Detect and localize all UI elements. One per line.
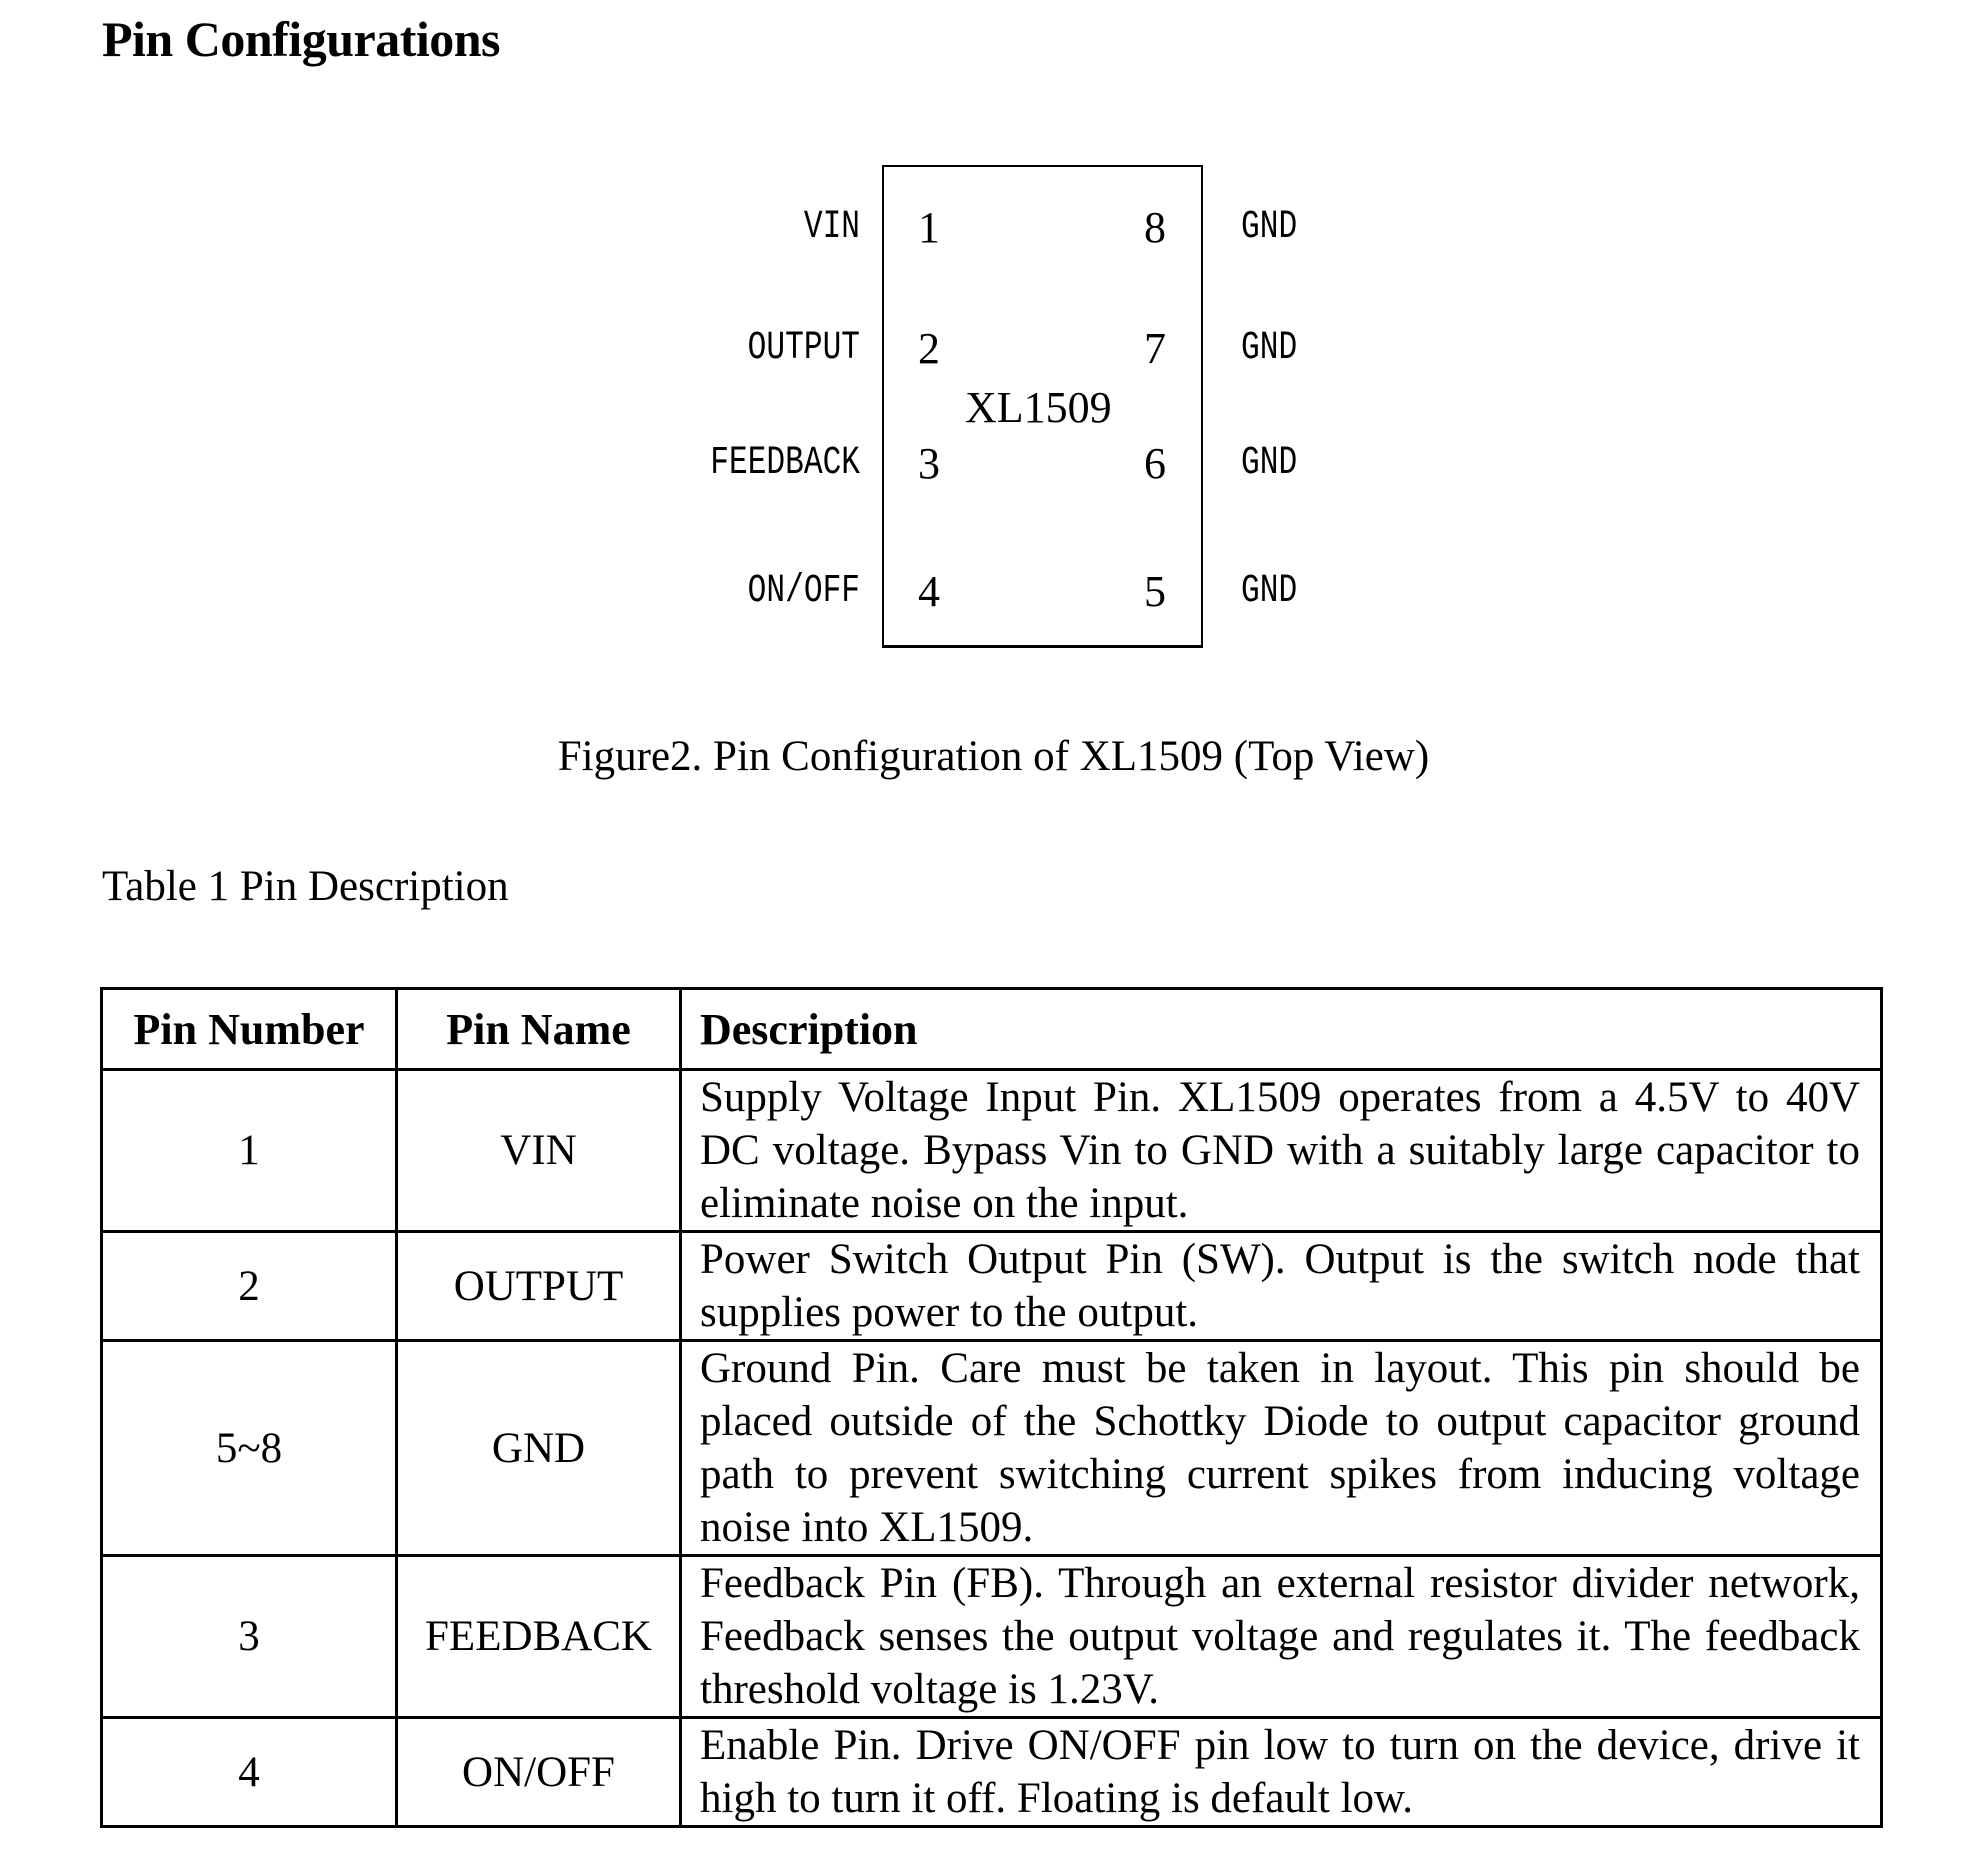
description-cell: Ground Pin. Care must be taken in layout… [679, 1339, 1883, 1557]
pin-number: 2 [918, 324, 940, 373]
pin-label-right: GND [1241, 326, 1298, 371]
pin-number: 5 [1144, 567, 1166, 616]
column-header-pin-name: Pin Name [395, 987, 682, 1071]
table-header-row: Pin Number Pin Name Description [100, 987, 1883, 1071]
pin-label-left: VIN [803, 205, 860, 250]
pin-label-left: FEEDBACK [710, 441, 860, 486]
table-title: Table 1 Pin Description [102, 863, 509, 910]
description-cell: Power Switch Output Pin (SW). Output is … [679, 1230, 1883, 1342]
pin-label-right: GND [1241, 569, 1298, 614]
pin-number-cell: 1 [100, 1068, 398, 1233]
table-row: 3 FEEDBACK Feedback Pin (FB). Through an… [100, 1554, 1883, 1719]
description-cell: Supply Voltage Input Pin. XL1509 operate… [679, 1068, 1883, 1233]
pin-number: 7 [1144, 324, 1166, 373]
table-row: 4 ON/OFF Enable Pin. Drive ON/OFF pin lo… [100, 1716, 1883, 1828]
pin-description-table: Pin Number Pin Name Description 1 VIN Su… [100, 987, 1883, 1828]
pin-name-cell: ON/OFF [395, 1716, 682, 1828]
description-cell: Enable Pin. Drive ON/OFF pin low to turn… [679, 1716, 1883, 1828]
pin-number-cell: 2 [100, 1230, 398, 1342]
chip-part-name: XL1509 [965, 383, 1112, 432]
table-row: 1 VIN Supply Voltage Input Pin. XL1509 o… [100, 1068, 1883, 1233]
pin-number-cell: 5~8 [100, 1339, 398, 1557]
pin-label-right: GND [1241, 205, 1298, 250]
pin-number-cell: 4 [100, 1716, 398, 1828]
figure-caption: Figure2. Pin Configuration of XL1509 (To… [557, 733, 1430, 780]
description-cell: Feedback Pin (FB). Through an external r… [679, 1554, 1883, 1719]
pin-number: 3 [918, 439, 940, 488]
pin-label-right: GND [1241, 441, 1298, 486]
pin-number: 4 [918, 567, 940, 616]
table-row: 2 OUTPUT Power Switch Output Pin (SW). O… [100, 1230, 1883, 1342]
section-heading: Pin Configurations [102, 11, 501, 67]
column-header-pin-number: Pin Number [100, 987, 398, 1071]
pin-number: 6 [1144, 439, 1166, 488]
pin-label-left: OUTPUT [747, 326, 860, 371]
table-row: 5~8 GND Ground Pin. Care must be taken i… [100, 1339, 1883, 1557]
pin-number: 8 [1144, 203, 1166, 252]
pin-number-cell: 3 [100, 1554, 398, 1719]
pin-name-cell: OUTPUT [395, 1230, 682, 1342]
pin-label-left: ON/OFF [747, 569, 860, 614]
column-header-description: Description [679, 987, 1883, 1071]
pin-name-cell: GND [395, 1339, 682, 1557]
pin-number: 1 [918, 203, 940, 252]
pin-name-cell: VIN [395, 1068, 682, 1233]
pin-name-cell: FEEDBACK [395, 1554, 682, 1719]
